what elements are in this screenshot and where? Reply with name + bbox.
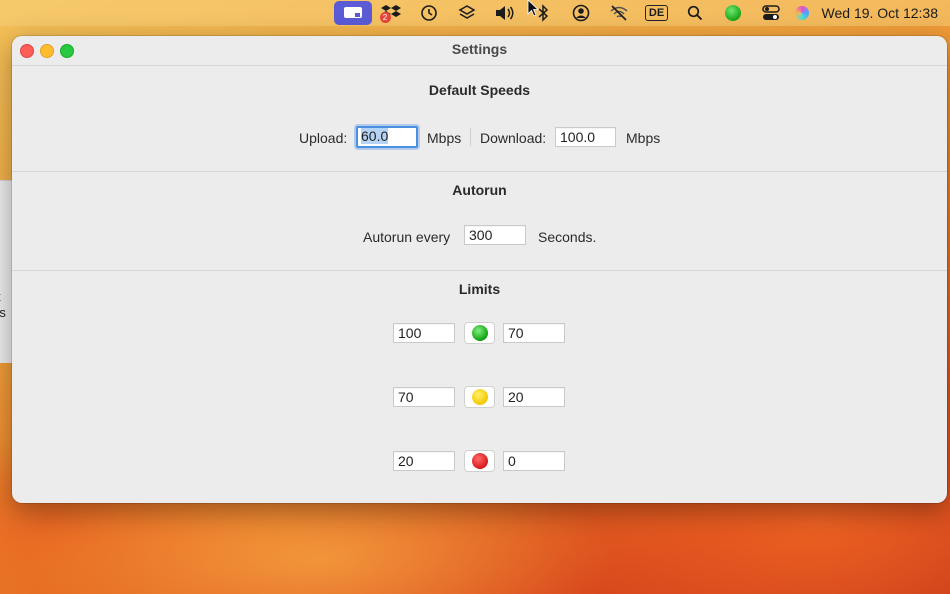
section-divider xyxy=(12,270,947,271)
download-unit: Mbps xyxy=(626,130,661,146)
limit-red-high-input[interactable]: 0 xyxy=(503,451,565,471)
spotlight-icon[interactable] xyxy=(676,0,714,26)
active-app-menu[interactable] xyxy=(333,0,372,26)
autorun-heading: Autorun xyxy=(452,182,507,198)
green-dot-icon xyxy=(471,325,488,341)
background-window-text: rs xyxy=(0,305,6,320)
section-divider xyxy=(12,171,947,172)
settings-window: Settings Default Speeds Upload: 60.0 Mbp… xyxy=(12,36,947,503)
upload-label: Upload: xyxy=(299,130,348,146)
limit-red-color-button[interactable] xyxy=(464,450,495,472)
input-language-label: DE xyxy=(644,5,669,21)
limit-yellow-low-input[interactable]: 70 xyxy=(393,387,455,407)
wifi-off-icon[interactable] xyxy=(600,0,638,26)
background-window-text: t xyxy=(0,289,1,304)
limits-heading: Limits xyxy=(458,281,501,297)
layers-icon[interactable] xyxy=(448,0,486,26)
input-source-icon[interactable]: DE xyxy=(638,0,676,26)
dropbox-badge: 2 xyxy=(379,12,391,23)
limit-green-color-button[interactable] xyxy=(464,322,495,344)
autorun-prefix-label: Autorun every xyxy=(363,229,451,245)
siri-icon[interactable] xyxy=(790,0,814,26)
user-icon[interactable] xyxy=(562,0,600,26)
control-center-icon[interactable] xyxy=(752,0,790,26)
dropbox-icon[interactable]: 2 xyxy=(372,0,410,26)
limit-yellow-high-input[interactable]: 20 xyxy=(503,387,565,407)
autorun-interval-input[interactable]: 300 xyxy=(464,225,526,245)
status-green-icon[interactable] xyxy=(714,0,752,26)
upload-unit: Mbps xyxy=(427,130,462,146)
autorun-suffix-label: Seconds. xyxy=(538,229,597,245)
yellow-dot-icon xyxy=(471,389,488,405)
background-window[interactable]: t rs xyxy=(0,180,12,363)
volume-icon[interactable] xyxy=(486,0,524,26)
download-speed-input[interactable]: 100.0 xyxy=(555,127,616,147)
menubar-clock[interactable]: Wed 19. Oct 12:38 xyxy=(822,5,938,21)
menu-bar: 2 DE Wed 19. Oct 12:38 xyxy=(0,0,950,26)
app-active-icon[interactable] xyxy=(333,1,372,25)
default-speeds-heading: Default Speeds xyxy=(428,82,531,98)
limit-yellow-color-button[interactable] xyxy=(464,386,495,408)
time-machine-icon[interactable] xyxy=(410,0,448,26)
window-title: Settings xyxy=(451,41,508,57)
limit-red-low-input[interactable]: 20 xyxy=(393,451,455,471)
mouse-cursor-icon xyxy=(527,0,539,17)
window-titlebar[interactable]: Settings xyxy=(12,36,947,66)
limit-green-low-input[interactable]: 100 xyxy=(393,323,455,343)
red-dot-icon xyxy=(471,453,488,469)
limit-green-high-input[interactable]: 70 xyxy=(503,323,565,343)
upload-speed-value: 60.0 xyxy=(361,128,389,144)
download-label: Download: xyxy=(480,130,547,146)
upload-speed-input[interactable]: 60.0 xyxy=(356,126,418,148)
speed-separator xyxy=(470,128,471,146)
